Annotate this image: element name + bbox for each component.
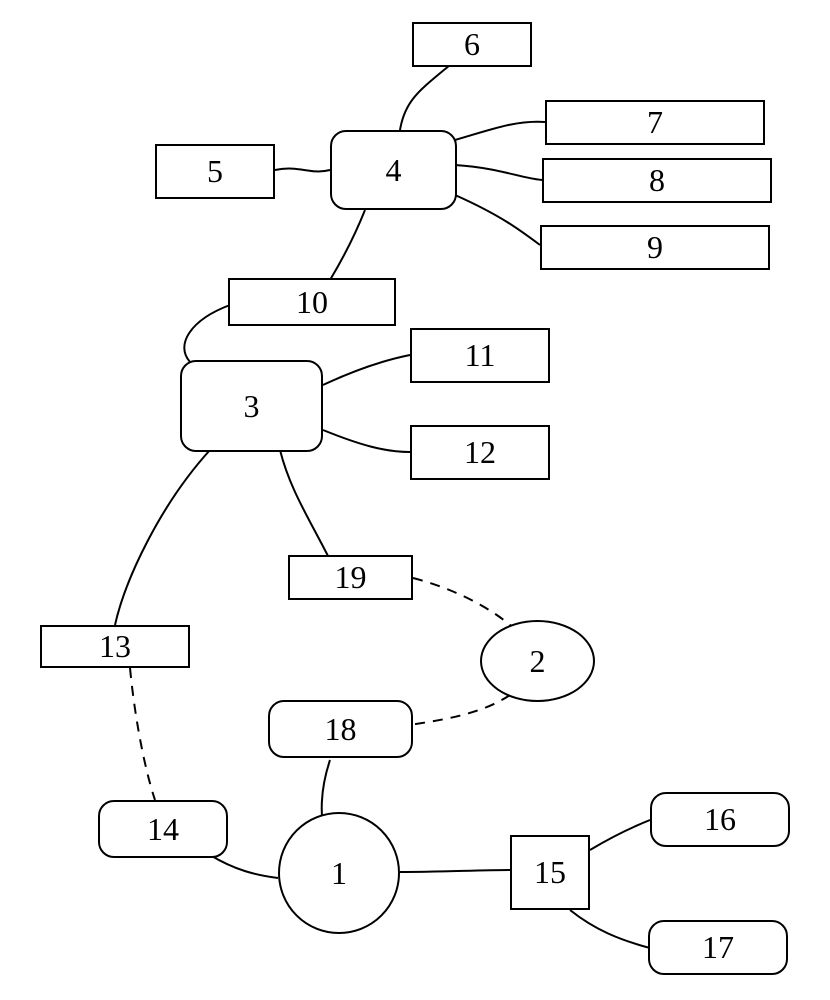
node-1: 1 <box>278 812 400 934</box>
node-16: 16 <box>650 792 790 847</box>
node-12: 12 <box>410 425 550 480</box>
node-12-label: 12 <box>464 434 496 471</box>
node-1-label: 1 <box>331 855 347 892</box>
node-10: 10 <box>228 278 396 326</box>
diagram-canvas: 6 7 8 9 5 4 10 11 3 12 19 2 13 <box>0 0 830 1000</box>
node-19-label: 19 <box>335 559 367 596</box>
node-16-label: 16 <box>704 801 736 838</box>
node-8-label: 8 <box>649 162 665 199</box>
node-4: 4 <box>330 130 457 210</box>
node-13: 13 <box>40 625 190 668</box>
node-15: 15 <box>510 835 590 910</box>
node-4-label: 4 <box>386 152 402 189</box>
node-11-label: 11 <box>465 337 496 374</box>
node-7: 7 <box>545 100 765 145</box>
node-11: 11 <box>410 328 550 383</box>
node-9-label: 9 <box>647 229 663 266</box>
node-6: 6 <box>412 22 532 67</box>
node-8: 8 <box>542 158 772 203</box>
node-13-label: 13 <box>99 628 131 665</box>
node-19: 19 <box>288 555 413 600</box>
node-9: 9 <box>540 225 770 270</box>
node-3-label: 3 <box>244 388 260 425</box>
node-18: 18 <box>268 700 413 758</box>
node-17: 17 <box>648 920 788 975</box>
node-18-label: 18 <box>325 711 357 748</box>
node-5: 5 <box>155 144 275 199</box>
node-2-label: 2 <box>530 643 546 680</box>
node-14-label: 14 <box>147 811 179 848</box>
node-3: 3 <box>180 360 323 452</box>
node-10-label: 10 <box>296 284 328 321</box>
node-7-label: 7 <box>647 104 663 141</box>
node-5-label: 5 <box>207 153 223 190</box>
node-15-label: 15 <box>534 854 566 891</box>
node-6-label: 6 <box>464 26 480 63</box>
node-17-label: 17 <box>702 929 734 966</box>
node-14: 14 <box>98 800 228 858</box>
node-2: 2 <box>480 620 595 702</box>
